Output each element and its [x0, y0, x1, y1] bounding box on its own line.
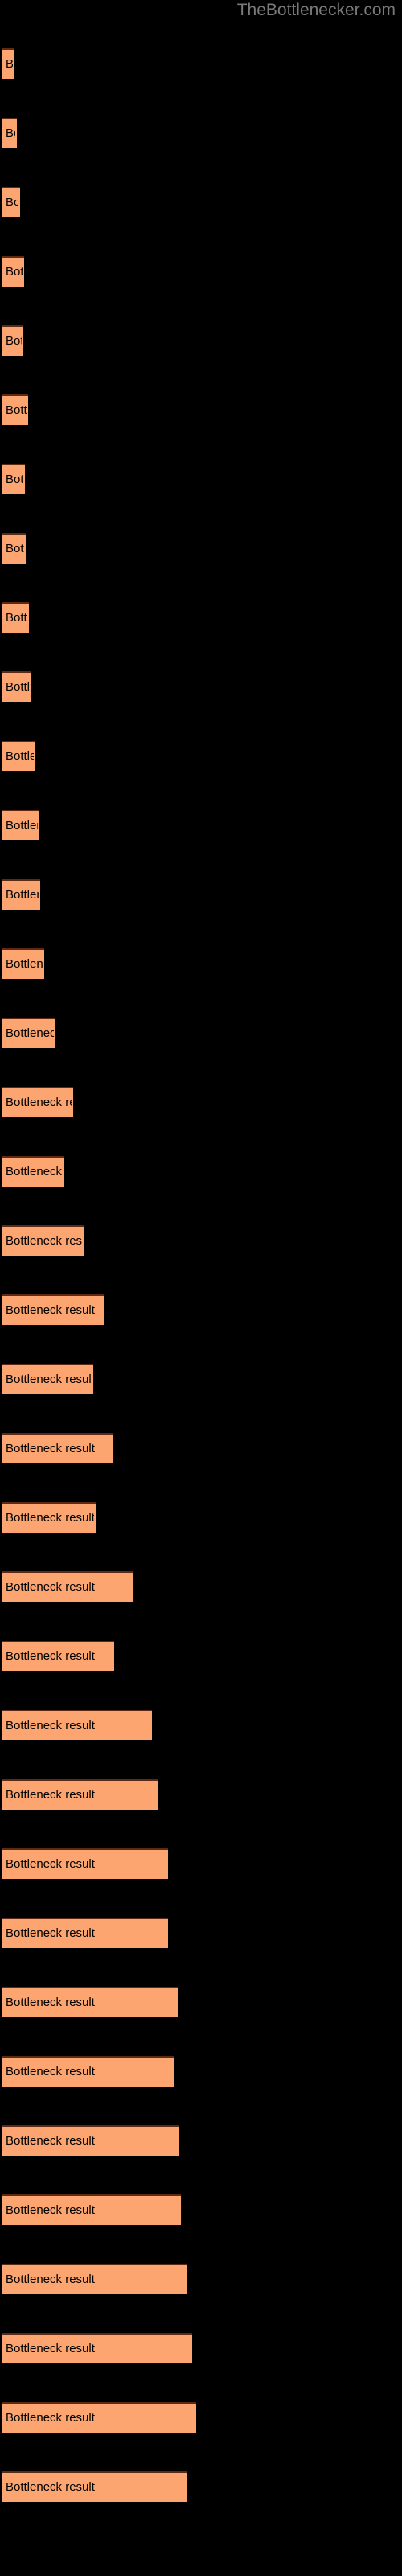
bar-row: Bottleneck result [0, 187, 402, 217]
bar-row: Bottleneck result [0, 671, 402, 702]
bar-segment [2, 741, 35, 771]
bar-segment [2, 2264, 187, 2294]
bar-row: Bottleneck result [0, 879, 402, 910]
bar-segment [2, 1641, 114, 1671]
bar-row: Bottleneck result [0, 1087, 402, 1117]
bar-segment [2, 464, 25, 494]
bar-segment [2, 256, 24, 287]
bar-segment [2, 1087, 73, 1117]
bar-row: Bottleneck result [0, 1710, 402, 1740]
bar-segment [2, 602, 29, 633]
bar-row: Bottleneck result [0, 2194, 402, 2225]
bar-segment [2, 810, 39, 840]
bar-segment [2, 118, 17, 148]
bar-row: Bottleneck result [0, 2264, 402, 2294]
bar-row: Bottleneck result [0, 1918, 402, 1948]
bar-segment [2, 2333, 192, 2363]
bar-row: Bottleneck result [0, 2056, 402, 2087]
bar-segment [2, 948, 44, 979]
bar-row: Bottleneck result [0, 602, 402, 633]
bar-segment [2, 2125, 179, 2156]
bar-row: Bottleneck result [0, 1225, 402, 1256]
bar-row: Bottleneck result [0, 256, 402, 287]
bar-segment [2, 533, 26, 564]
bottleneck-bar-chart: Bottleneck result Bottleneck result Bottle… [0, 0, 402, 2576]
bar-row: Bottleneck result [0, 464, 402, 494]
bar-segment [2, 1710, 152, 1740]
bar-segment [2, 1433, 113, 1463]
bar-row: Bottleneck result [0, 1848, 402, 1879]
bar-row: Bottleneck result [0, 1294, 402, 1325]
bar-row: Bottleneck result [0, 1018, 402, 1048]
bar-segment [2, 394, 28, 425]
bar-row: Bottleneck result [0, 2333, 402, 2363]
bar-segment [2, 2471, 187, 2502]
bar-row: Bottleneck result [0, 810, 402, 840]
bar-segment [2, 2194, 181, 2225]
bar-row: Bottleneck result [0, 118, 402, 148]
bar-row: Bottleneck result [0, 1571, 402, 1602]
bar-segment [2, 1294, 104, 1325]
bar-segment [2, 1779, 158, 1810]
bar-segment [2, 879, 40, 910]
bar-segment [2, 187, 20, 217]
bar-segment [2, 1225, 84, 1256]
bar-row: Bottleneck result [0, 1433, 402, 1463]
bar-segment [2, 2056, 174, 2087]
bar-row: Bottleneck result [0, 1987, 402, 2017]
bar-segment [2, 1018, 55, 1048]
bar-segment [2, 1918, 168, 1948]
bar-segment [2, 1848, 168, 1879]
bar-row: Bottleneck result [0, 533, 402, 564]
bar-row: Bottleneck result [0, 2471, 402, 2502]
bar-row: Bottleneck result [0, 1641, 402, 1671]
bar-row: Bottleneck result [0, 2402, 402, 2433]
bar-row: Bottleneck result [0, 2125, 402, 2156]
bar-segment [2, 1364, 93, 1394]
bar-row: Bottleneck result [0, 325, 402, 356]
bar-row: Bottleneck result [0, 1779, 402, 1810]
bar-row: Bottleneck result [0, 741, 402, 771]
bar-segment [2, 1571, 133, 1602]
bar-segment [2, 1987, 178, 2017]
bar-segment [2, 2402, 196, 2433]
bar-segment [2, 48, 14, 79]
bar-row: Bottleneck result [0, 1364, 402, 1394]
bar-segment [2, 671, 31, 702]
bar-segment [2, 1156, 64, 1187]
bar-row: Bottleneck result [0, 1502, 402, 1533]
bar-row: Bottleneck result [0, 1156, 402, 1187]
bar-row: Bottleneck result [0, 48, 402, 79]
bar-row: Bottleneck result [0, 394, 402, 425]
bar-segment [2, 325, 23, 356]
bar-segment [2, 1502, 96, 1533]
bar-row: Bottleneck result [0, 948, 402, 979]
